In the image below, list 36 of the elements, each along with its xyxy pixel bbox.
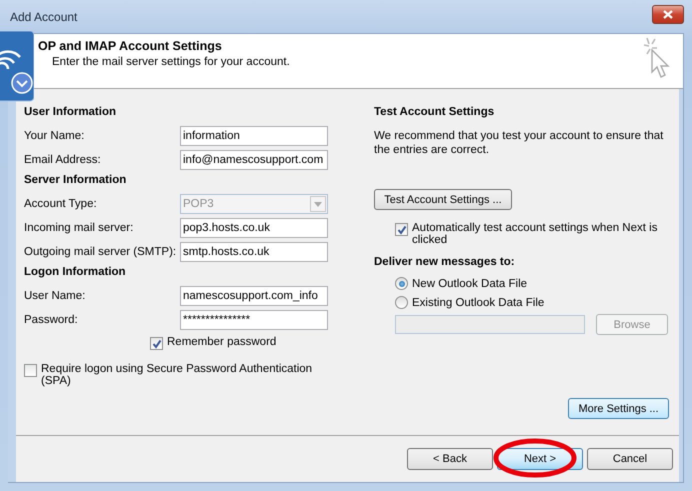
input-field[interactable]: smtp.hosts.co.uk xyxy=(180,242,328,262)
auto-test-checkbox[interactable]: Automatically test account settings when Next is clicked xyxy=(395,222,665,246)
spa-checkbox[interactable]: Require logon using Secure Password Authentication (SPA) xyxy=(24,363,324,387)
radio-option[interactable]: Existing Outlook Data File xyxy=(395,296,669,309)
radio-option[interactable]: New Outlook Data File xyxy=(395,277,669,290)
page-subtitle: Enter the mail server settings for your account. xyxy=(51,56,291,68)
window-title: Add Account xyxy=(9,10,78,24)
section-heading: Deliver new messages to: xyxy=(374,255,516,270)
field-label: Email Address: xyxy=(24,154,102,166)
remember-password-checkbox[interactable]: Remember password xyxy=(150,336,358,350)
field-label: Outgoing mail server (SMTP): xyxy=(24,246,178,258)
input-field[interactable]: information xyxy=(180,126,328,146)
field-label: Your Name: xyxy=(24,130,86,142)
close-icon xyxy=(662,10,674,19)
section-heading: Logon Information xyxy=(24,265,127,280)
input-field[interactable]: pop3.hosts.co.uk xyxy=(180,218,328,238)
section-heading: Server Information xyxy=(24,173,128,188)
close-button[interactable] xyxy=(652,5,684,24)
section-heading: User Information xyxy=(24,105,118,120)
field-label: Incoming mail server: xyxy=(24,222,134,234)
input-field[interactable]: info@namescosupport.com xyxy=(180,150,328,170)
dialog-button[interactable]: Cancel xyxy=(587,448,673,470)
section-heading: Test Account Settings xyxy=(374,105,496,120)
checkmark-icon xyxy=(396,224,406,234)
dropdown-arrow-icon xyxy=(314,202,322,206)
input-field[interactable]: *************** xyxy=(180,310,328,330)
field-label: User Name: xyxy=(24,290,86,302)
field-label: Password: xyxy=(24,314,79,326)
dialog-button[interactable]: < Back xyxy=(407,448,493,470)
checkmark-icon xyxy=(152,338,162,348)
page-title: OP and IMAP Account Settings xyxy=(38,39,223,53)
input-field[interactable]: namescosupport.com_info xyxy=(180,286,328,306)
field-label: Account Type: xyxy=(24,198,98,210)
test-account-settings-button[interactable]: Test Account Settings ... xyxy=(374,189,512,210)
test-description: We recommend that you test your account to ensure that the entries are correct. xyxy=(374,129,664,157)
more-settings-button[interactable]: More Settings ... xyxy=(568,398,669,419)
